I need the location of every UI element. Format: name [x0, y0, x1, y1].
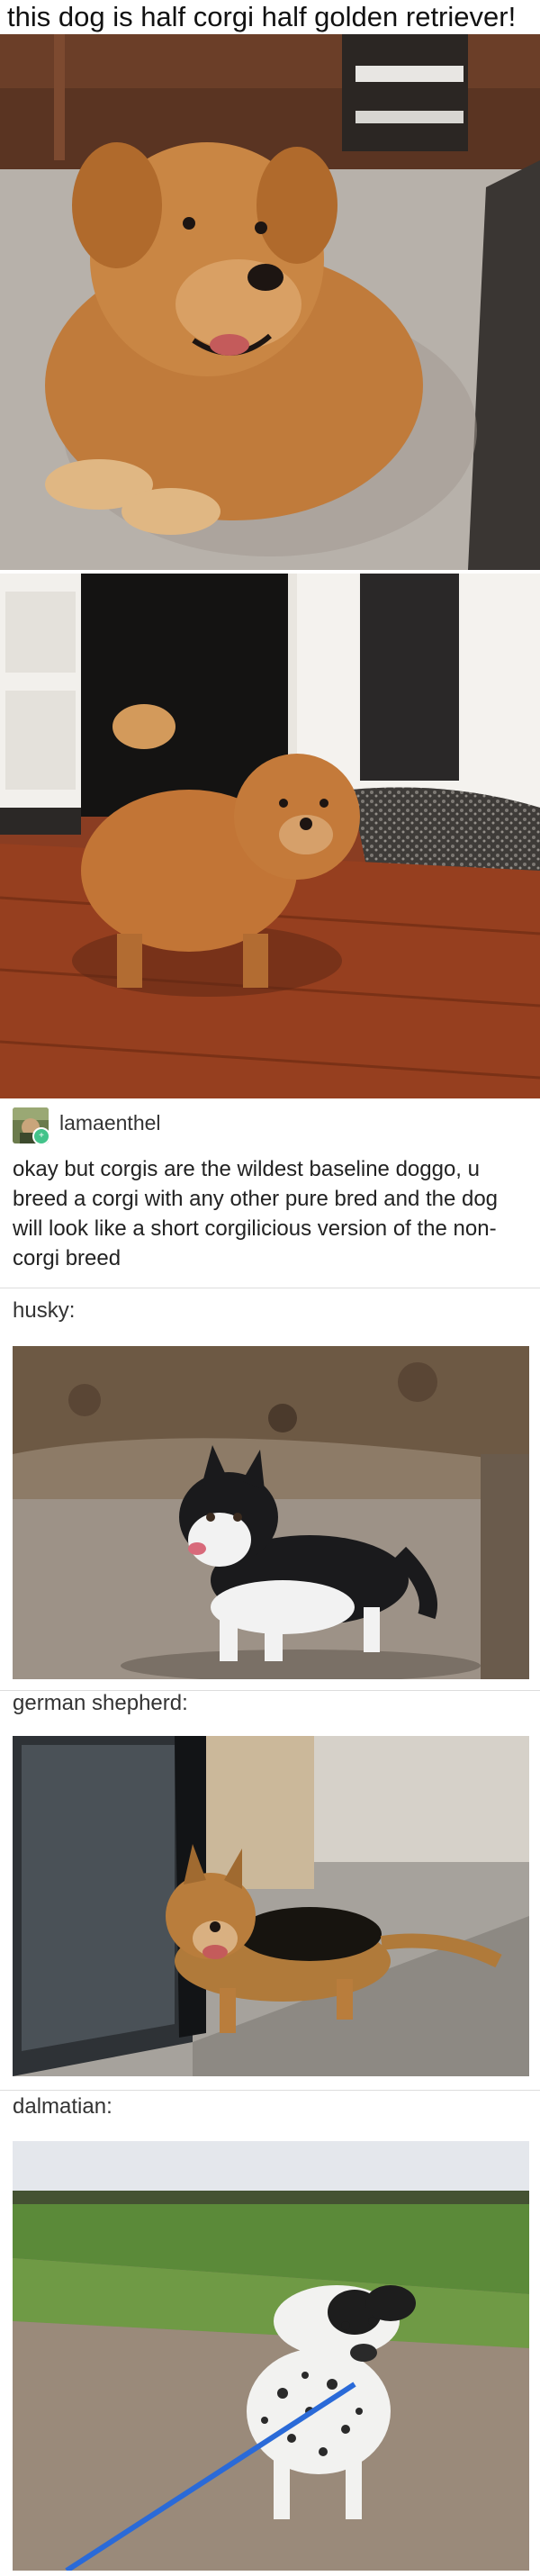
- photo-golden-standing: [0, 574, 540, 1098]
- photo-german-shepherd: [13, 1736, 529, 2076]
- label-husky: husky:: [13, 1298, 76, 1323]
- photo-husky: [13, 1346, 529, 1679]
- follow-icon[interactable]: +: [32, 1127, 49, 1143]
- label-dalmatian: dalmatian:: [13, 2094, 112, 2119]
- post-text: okay but corgis are the wildest baseline…: [13, 1157, 499, 1270]
- divider: [0, 2090, 540, 2091]
- username[interactable]: lamaenthel: [59, 1111, 161, 1135]
- avatar[interactable]: +: [13, 1107, 49, 1143]
- page-title: this dog is half corgi half golden retri…: [7, 1, 517, 32]
- label-german-shepherd: german shepherd:: [13, 1691, 188, 1715]
- title-bar: this dog is half corgi half golden retri…: [0, 0, 540, 34]
- photo-dalmatian: [13, 2141, 529, 2571]
- page: this dog is half corgi half golden retri…: [0, 0, 540, 2576]
- photo-golden-lying: [0, 34, 540, 570]
